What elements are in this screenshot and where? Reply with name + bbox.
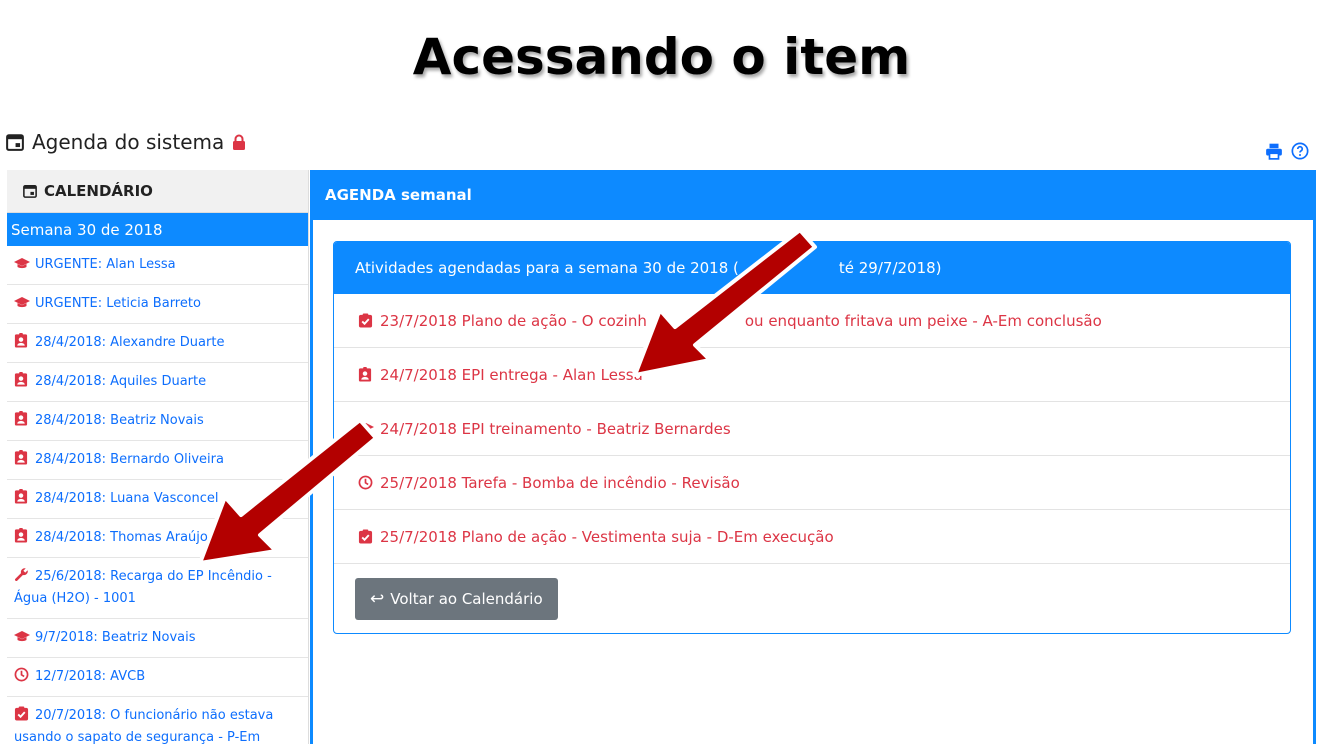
back-button-label: Voltar ao Calendário [390,590,543,608]
graduation-cap-icon [358,421,374,436]
activities-card: Atividades agendadas para a semana 30 de… [333,241,1291,634]
sidebar-event-label: 20/7/2018: O funcionário não estava usan… [14,708,274,744]
sidebar-event-item[interactable]: 20/7/2018: O funcionário não estava usan… [7,697,308,744]
activity-row[interactable]: 25/7/2018 Tarefa - Bomba de incêndio - R… [334,456,1290,510]
sidebar-event-label: 28/4/2018: Aquiles Duarte [35,374,207,389]
activity-label: 25/7/2018 Plano de ação - Vestimenta suj… [380,527,834,546]
sidebar-event-item[interactable]: 9/7/2018: Beatriz Novais [7,619,308,658]
sidebar-event-label: URGENTE: Leticia Barreto [35,296,201,311]
sidebar-header-label: CALENDÁRIO [44,182,153,200]
sidebar-event-label: 28/4/2018: Thomas Araújo [35,530,208,545]
calendar-sidebar: CALENDÁRIO Semana 30 de 2018 URGENTE: Al… [7,170,309,744]
print-icon[interactable] [1265,142,1283,160]
activity-label: 24/7/2018 EPI entrega - Alan Lessa [380,365,643,384]
wrench-icon [14,567,30,581]
activity-row[interactable]: 24/7/2018 EPI treinamento - Beatriz Bern… [334,402,1290,456]
page-title-bar: Agenda do sistema [6,130,246,154]
week-selector[interactable]: Semana 30 de 2018 [7,213,308,246]
calendar-icon [23,184,37,198]
sidebar-event-label: URGENTE: Alan Lessa [35,257,176,272]
weekly-agenda-panel: AGENDA semanal Atividades agendadas para… [310,170,1316,744]
sidebar-event-label: 28/4/2018: Alexandre Duarte [35,335,225,350]
card-header: Atividades agendadas para a semana 30 de… [334,242,1290,294]
graduation-cap-icon [14,256,30,270]
user-badge-icon [14,333,30,348]
calendar-icon [6,134,24,151]
sidebar-event-label: 25/6/2018: Recarga do EP Incêndio - Água… [14,569,272,606]
sidebar-event-item[interactable]: 28/4/2018: Alexandre Duarte [7,324,308,363]
sidebar-event-label: 28/4/2018: Beatriz Novais [35,413,204,428]
page-title: Agenda do sistema [32,130,225,154]
user-badge-icon [14,450,30,465]
graduation-cap-icon [14,629,30,643]
sidebar-event-label: 9/7/2018: Beatriz Novais [35,630,196,645]
user-badge-icon [14,528,30,543]
sidebar-header: CALENDÁRIO [7,170,308,213]
panel-body: Atividades agendadas para a semana 30 de… [313,220,1313,744]
activity-row[interactable]: 23/7/2018 Plano de ação - O cozinh ou enq… [334,294,1290,348]
user-badge-icon [358,367,373,382]
help-icon[interactable] [1291,142,1309,160]
clipboard-check-icon [358,529,373,544]
user-badge-icon [14,489,30,504]
clipboard-check-icon [358,313,373,328]
user-badge-icon [14,372,30,387]
sidebar-event-item[interactable]: 12/7/2018: AVCB [7,658,308,697]
activity-list: 23/7/2018 Plano de ação - O cozinh ou enq… [334,294,1290,564]
user-badge-icon [14,411,30,426]
activity-label-tail: ou enquanto fritava um peixe - A-Em conc… [744,311,1102,330]
sidebar-event-item[interactable]: 25/6/2018: Recarga do EP Incêndio - Água… [7,558,308,619]
clipboard-check-icon [14,706,30,721]
sidebar-event-label: 12/7/2018: AVCB [35,669,146,684]
activity-label: 25/7/2018 Tarefa - Bomba de incêndio - R… [380,473,740,492]
activity-label: 24/7/2018 EPI treinamento - Beatriz Bern… [380,419,731,438]
card-header-text: Atividades agendadas para a semana 30 de… [355,259,739,277]
sidebar-event-item[interactable]: URGENTE: Leticia Barreto [7,285,308,324]
sidebar-event-item[interactable]: 28/4/2018: Aquiles Duarte [7,363,308,402]
return-arrow-icon: ↩ [370,589,385,609]
sidebar-list: URGENTE: Alan Lessa URGENTE: Leticia Barr… [7,246,308,744]
lock-icon [233,134,246,150]
sidebar-event-item[interactable]: URGENTE: Alan Lessa [7,246,308,285]
sidebar-event-item[interactable]: 28/4/2018: Thomas Araújo [7,519,308,558]
sidebar-event-label: 28/4/2018: Bernardo Oliveira [35,452,224,467]
graduation-cap-icon [14,295,30,309]
sidebar-event-item[interactable]: 28/4/2018: Beatriz Novais [7,402,308,441]
sidebar-event-item[interactable]: 28/4/2018: Bernardo Oliveira [7,441,308,480]
activity-row[interactable]: 24/7/2018 EPI entrega - Alan Lessa [334,348,1290,402]
back-to-calendar-button[interactable]: ↩ Voltar ao Calendário [355,578,558,620]
top-right-tools [1265,142,1309,160]
clock-icon [358,475,373,490]
sidebar-event-item[interactable]: 28/4/2018: Luana Vasconcel [7,480,308,519]
activity-row[interactable]: 25/7/2018 Plano de ação - Vestimenta suj… [334,510,1290,564]
clock-icon [14,667,30,682]
slide-title: Acessando o item [412,28,911,86]
activity-label: 23/7/2018 Plano de ação - O cozinh [380,311,647,330]
card-header-tail: té 29/7/2018) [838,259,942,277]
sidebar-event-label: 28/4/2018: Luana Vasconcel [35,491,219,506]
panel-header: AGENDA semanal [325,186,472,204]
